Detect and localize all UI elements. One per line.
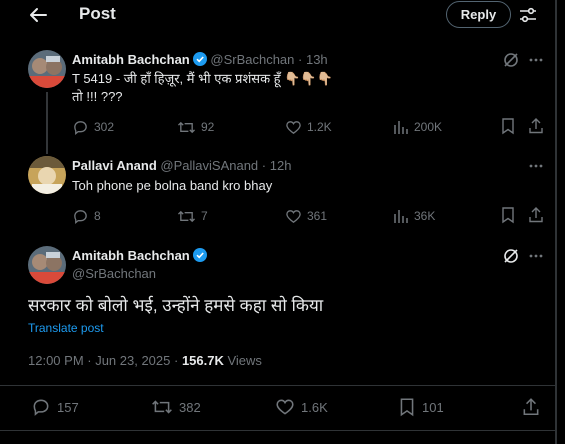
verified-badge-icon xyxy=(192,248,207,265)
views-icon xyxy=(394,210,408,223)
translate-link[interactable]: Translate post xyxy=(28,321,104,335)
reply-action[interactable]: 8 xyxy=(72,206,101,226)
post-meta: 12:00 PM · Jun 23, 2025 · 156.7K Views xyxy=(28,353,262,368)
like-action[interactable]: 1.6K xyxy=(275,395,328,419)
thread-post[interactable]: Amitabh Bachchan @SrBachchan · 13h T 541… xyxy=(0,0,555,154)
author-handle[interactable]: @SrBachchan xyxy=(210,52,294,67)
verified-badge-icon xyxy=(192,52,207,69)
repost-icon xyxy=(152,400,172,414)
author-line: Pallavi Anand @PallaviSAnand · 12h xyxy=(72,158,291,173)
repost-icon xyxy=(178,210,195,222)
share-icon[interactable] xyxy=(527,117,545,137)
bookmark-icon[interactable] xyxy=(500,117,516,137)
reply-icon xyxy=(74,209,87,224)
reply-count: 157 xyxy=(57,399,79,415)
repost-action[interactable]: 382 xyxy=(151,395,201,419)
post-time[interactable]: · 13h xyxy=(298,52,328,67)
divider xyxy=(0,385,555,386)
author-name[interactable]: Amitabh Bachchan xyxy=(72,52,190,67)
post-timestamp[interactable]: 12:00 PM · Jun 23, 2025 · xyxy=(28,353,182,368)
avatar[interactable] xyxy=(28,50,66,88)
views-action[interactable]: 200K xyxy=(393,117,442,137)
post-text-line: T 5419 - जी हाँ हिज़ूर, मैं भी एक प्रशंस… xyxy=(72,71,333,86)
grok-icon[interactable] xyxy=(502,247,520,265)
avatar[interactable] xyxy=(28,156,66,194)
post-text-line: तो !!! ??? xyxy=(72,89,123,104)
bookmark-count: 101 xyxy=(422,399,444,415)
views-action[interactable]: 36K xyxy=(393,206,435,226)
repost-count: 92 xyxy=(201,120,215,134)
avatar[interactable] xyxy=(28,246,66,284)
grok-icon[interactable] xyxy=(502,51,520,69)
author-handle[interactable]: @SrBachchan xyxy=(72,266,156,281)
repost-count: 7 xyxy=(201,209,208,223)
share-icon[interactable] xyxy=(527,206,545,226)
post-actions: 302 92 1.2K 200K xyxy=(72,117,547,137)
more-icon[interactable] xyxy=(527,157,545,175)
like-icon xyxy=(276,399,294,415)
post-actions: 8 7 361 36K xyxy=(72,206,547,226)
views-icon xyxy=(394,121,408,134)
author-handle[interactable]: @PallaviSAnand xyxy=(160,158,258,173)
like-icon xyxy=(286,120,301,134)
repost-action[interactable]: 7 xyxy=(177,206,208,226)
thread-post[interactable]: Pallavi Anand @PallaviSAnand · 12h Toh p… xyxy=(0,150,555,240)
like-action[interactable]: 1.2K xyxy=(285,117,332,137)
share-icon[interactable] xyxy=(521,395,547,419)
bookmark-icon xyxy=(400,398,414,417)
reply-count: 8 xyxy=(94,209,101,223)
thread-connector xyxy=(46,92,48,154)
views-label: Views xyxy=(227,353,262,368)
main-post-text: सरकार को बोलो भई, उन्होंने हमसे कहा सो क… xyxy=(28,296,324,315)
like-icon xyxy=(286,209,301,223)
post-text: T 5419 - जी हाँ हिज़ूर, मैं भी एक प्रशंस… xyxy=(72,70,333,106)
more-icon[interactable] xyxy=(527,51,545,69)
views-count: 200K xyxy=(414,120,443,134)
main-post-actions: 157 382 1.6K 101 xyxy=(28,395,543,419)
author-name-line: Amitabh Bachchan xyxy=(72,248,207,265)
divider xyxy=(0,430,555,431)
bookmark-icon[interactable] xyxy=(500,206,516,226)
views-count: 36K xyxy=(414,209,436,223)
reply-icon xyxy=(74,120,87,135)
views-count: 156.7K xyxy=(181,353,224,368)
reply-action[interactable]: 157 xyxy=(31,395,79,419)
post-time[interactable]: · 12h xyxy=(262,158,292,173)
bookmark-action[interactable]: 101 xyxy=(398,395,444,419)
like-count: 1.6K xyxy=(301,399,328,415)
author-name[interactable]: Pallavi Anand xyxy=(72,158,157,173)
author-name[interactable]: Amitabh Bachchan xyxy=(72,248,190,263)
more-icon[interactable] xyxy=(527,247,545,265)
like-count: 361 xyxy=(307,209,328,223)
reply-icon xyxy=(33,399,49,416)
repost-icon xyxy=(178,121,195,133)
post-text: Toh phone pe bolna band kro bhay xyxy=(72,178,273,193)
repost-count: 382 xyxy=(179,399,201,415)
repost-action[interactable]: 92 xyxy=(177,117,214,137)
reply-count: 302 xyxy=(94,120,115,134)
column-border xyxy=(555,0,557,444)
author-line: Amitabh Bachchan @SrBachchan · 13h xyxy=(72,52,328,69)
reply-action[interactable]: 302 xyxy=(72,117,114,137)
like-count: 1.2K xyxy=(307,120,332,134)
like-action[interactable]: 361 xyxy=(285,206,327,226)
